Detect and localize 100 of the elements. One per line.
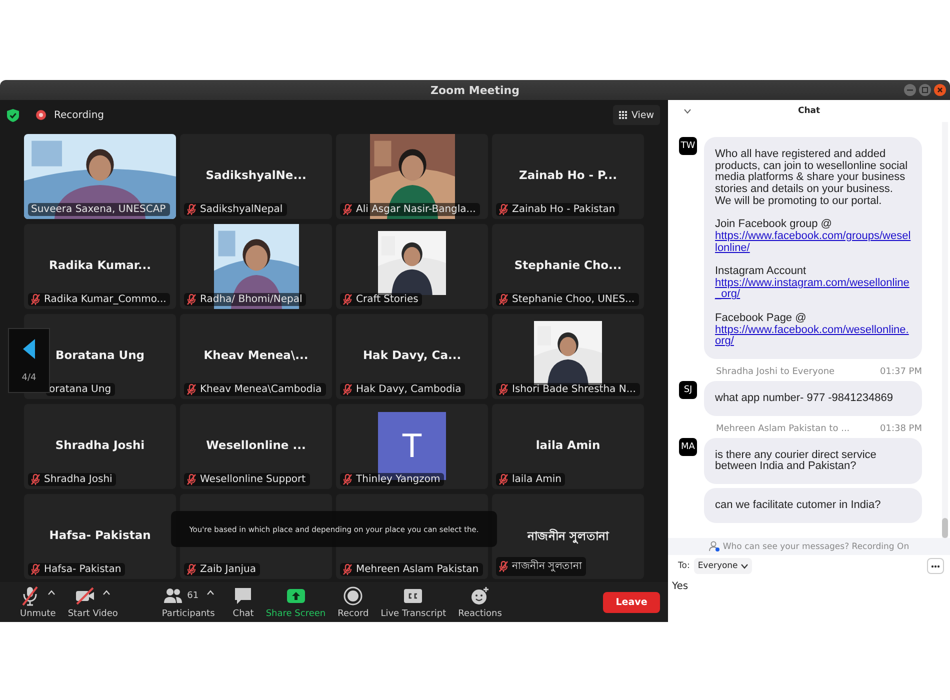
participant-label: Hafsa- Pakistan <box>44 564 122 575</box>
muted-mic-icon <box>343 384 352 395</box>
participant-name: Boratana Ung <box>55 348 145 362</box>
muted-mic-icon <box>343 564 352 575</box>
participant-label: Shradha Joshi <box>44 474 112 485</box>
user-avatar: SJ <box>679 380 697 399</box>
muted-mic-icon <box>187 474 196 485</box>
collapse-caret-icon[interactable] <box>684 109 691 114</box>
user-avatar: TW <box>679 137 697 155</box>
recording-label: Recording <box>54 110 104 120</box>
participant-label: Radika Kumar_Commo... <box>44 294 166 305</box>
participant-name: Zainab Ho - P... <box>519 168 617 182</box>
to-label: To: <box>678 561 690 571</box>
muted-mic-icon <box>499 384 508 395</box>
caret-icon[interactable] <box>206 590 214 594</box>
muted-mic-icon <box>31 474 40 485</box>
participant-name: Hafsa- Pakistan <box>49 528 151 542</box>
muted-mic-icon <box>343 474 352 485</box>
close-icon[interactable] <box>934 84 946 96</box>
participant-label: Wesellonline Support <box>200 474 306 485</box>
ellipsis-icon <box>931 564 940 568</box>
participant-name: SadikshyalNe... <box>206 168 306 182</box>
participant-label: Zainab Ho - Pakistan <box>512 204 616 215</box>
participant-name: laila Amin <box>536 438 600 452</box>
toolbar-button[interactable]: Start Video <box>66 586 120 618</box>
participant-label: Craft Stories <box>356 294 418 305</box>
participant-name: Shradha Joshi <box>55 438 145 452</box>
participant-label: Mehreen Aslam Pakistan <box>356 564 479 575</box>
sender-name: Shradha Joshi to Everyone <box>716 366 835 377</box>
toolbar-button[interactable]: 61 Participants <box>160 586 217 618</box>
message-link[interactable]: https://www.facebook.com/wesellonline.org/ <box>715 324 912 348</box>
chat-title: Chat <box>798 106 820 116</box>
previous-page-button[interactable]: 4/4 <box>8 328 50 393</box>
participant-name: Hak Davy, Ca... <box>362 348 462 362</box>
participant-label: oratana Ung <box>49 384 112 395</box>
participant-name: Kheav Menea\... <box>204 348 308 362</box>
toolbar-button[interactable]: Reactions <box>456 586 504 618</box>
participant-label: Kheav Menea\Cambodia <box>200 384 322 395</box>
muted-mic-icon <box>187 384 196 395</box>
toolbar-button[interactable]: Share Screen <box>264 586 328 618</box>
left-arrow-icon <box>23 338 35 358</box>
scrollbar[interactable] <box>942 122 948 538</box>
scroll-thumb[interactable] <box>942 518 948 538</box>
video-off-icon <box>75 586 96 606</box>
muted-mic-icon <box>187 564 196 575</box>
person-icon <box>708 541 720 552</box>
toolbar-button[interactable]: Live Transcript <box>378 586 448 618</box>
participant-label: SadikshyalNepal <box>200 204 283 215</box>
participant-name: নাজনীন সুলতানা <box>527 528 608 546</box>
participant-label: Stephanie Choo, UNES... <box>512 294 635 305</box>
chat-bubble-icon <box>233 586 254 606</box>
leave-button[interactable]: Leave <box>603 592 660 612</box>
muted-mic-icon <box>20 586 40 606</box>
participant-name: Stephanie Cho... <box>514 258 622 272</box>
message-text: Who all have registered and added products, can join to wesellonline social media platforms & share your business stories and details on your business. We will be promoting to our portal. <box>715 148 908 207</box>
participant-label: laila Amin <box>512 474 562 485</box>
view-button[interactable]: View <box>613 105 660 125</box>
user-avatar: MA <box>679 438 697 456</box>
record-icon <box>343 586 364 606</box>
muted-mic-icon <box>31 564 40 575</box>
message-text: Instagram Account <box>715 265 806 277</box>
participant-label: নাজনীন সুলতানা <box>512 558 582 574</box>
muted-mic-icon <box>343 294 352 305</box>
message-time: 01:37 PM <box>880 366 922 377</box>
sender-name: Mehreen Aslam Pakistan to ... <box>716 424 850 434</box>
toolbar-button[interactable]: Chat <box>230 586 256 618</box>
more-button[interactable] <box>927 558 944 574</box>
muted-mic-icon <box>343 204 352 215</box>
maximize-icon[interactable] <box>919 84 931 96</box>
smiley-icon <box>470 586 490 606</box>
muted-mic-icon <box>499 474 508 485</box>
participant-label: Ishori Bade Shrestha N... <box>512 384 636 395</box>
shield-icon[interactable] <box>7 108 19 122</box>
toolbar-button[interactable]: Unmute <box>18 586 58 618</box>
message-link[interactable]: https://www.facebook.com/groups/wesellonline/ <box>715 230 912 254</box>
message-link[interactable]: https://www.instagram.com/wesellonline_org/ <box>715 278 912 302</box>
caret-icon[interactable] <box>48 590 56 594</box>
message-text: can we facilitate cutomer in India? <box>715 499 881 512</box>
people-icon <box>163 586 184 606</box>
caret-icon[interactable] <box>103 590 110 594</box>
message-text: what app number- 977 -9841234869 <box>715 392 893 404</box>
participant-label: Hak Davy, Cambodia <box>356 384 462 395</box>
muted-mic-icon <box>499 561 508 572</box>
participant-label: Suveera Saxena, UNESCAP <box>31 204 166 215</box>
participant-name: Wesellonline ... <box>206 438 306 452</box>
chevron-icon <box>740 564 748 568</box>
window-title: Zoom Meeting <box>430 84 520 96</box>
recipient-dropdown[interactable]: Everyone <box>694 558 752 574</box>
participant-count: 61 <box>187 590 199 600</box>
muted-mic-icon <box>499 294 508 305</box>
message-text: Join Facebook group @ <box>715 218 832 230</box>
participant-label: Ali Asgar Nasir-Bangla... <box>356 204 476 215</box>
muted-mic-icon <box>499 204 508 215</box>
message-text: is there any courier direct service between India and Pakistan? <box>715 448 876 472</box>
minimize-icon[interactable] <box>904 84 916 96</box>
toolbar-button[interactable]: Record <box>336 586 371 618</box>
muted-mic-icon <box>31 294 40 305</box>
message-time: 01:38 PM <box>880 424 922 434</box>
recording-icon <box>36 110 46 120</box>
grid-icon <box>619 111 628 119</box>
